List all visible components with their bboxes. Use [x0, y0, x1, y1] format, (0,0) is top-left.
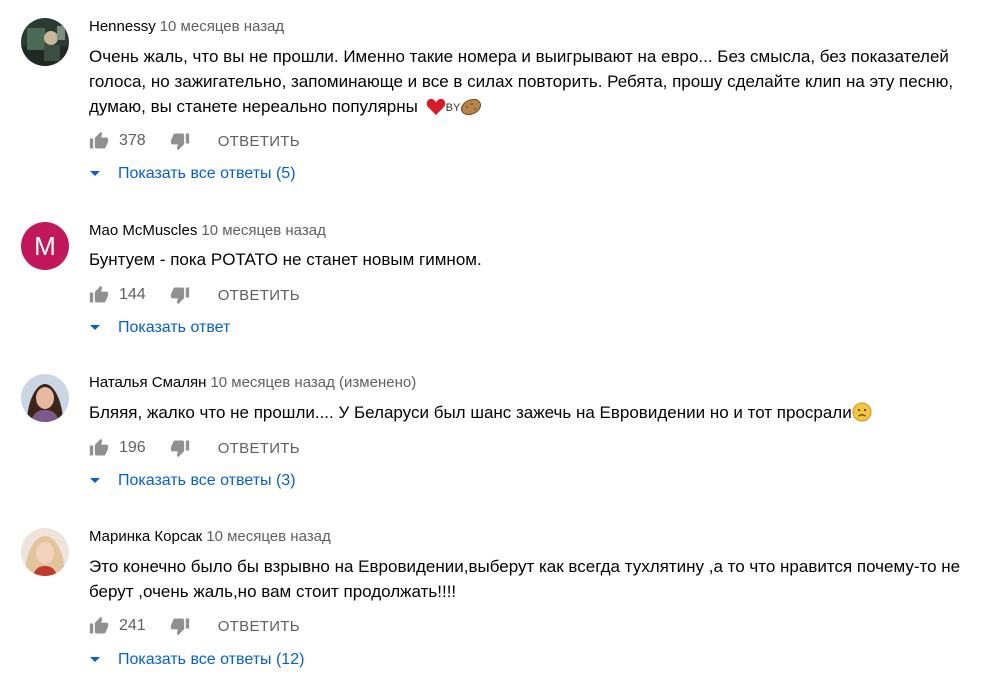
author-name[interactable]: Наталья Смалян [89, 374, 206, 391]
reply-button[interactable]: ОТВЕТИТЬ [218, 287, 300, 304]
comments-section: Hennessy 10 месяцев назад Очень жаль, что… [0, 0, 1000, 691]
show-replies-button[interactable]: Показать все ответы (12) [89, 651, 304, 669]
author-name[interactable]: Маринка Корсак [89, 528, 202, 545]
like-count: 241 [119, 617, 146, 634]
thumb-down-icon [170, 618, 189, 636]
caret-down-icon [89, 472, 101, 490]
author-name[interactable]: Mao McMuscles [89, 222, 197, 239]
comment-actions: 378 ОТВЕТИТЬ [89, 129, 300, 153]
comment-actions: 144 ОТВЕТИТЬ [89, 283, 300, 307]
thumb-down-icon [170, 287, 189, 305]
comment-text: Бляяя, жалко что не прошли.... У Беларус… [89, 400, 984, 429]
potato-emoji-icon [460, 98, 482, 123]
author-name[interactable]: Hennessy [89, 18, 156, 35]
show-replies-label: Показать все ответы (3) [118, 472, 296, 489]
dislike-button[interactable] [170, 285, 190, 305]
comment-body: Бляяя, жалко что не прошли.... У Беларус… [89, 403, 852, 422]
show-replies-label: Показать все ответы (5) [118, 165, 296, 182]
heart-emoji-icon [426, 98, 446, 123]
avatar-letter: M [34, 231, 56, 261]
avatar[interactable]: M [21, 222, 69, 270]
reply-button[interactable]: ОТВЕТИТЬ [218, 133, 300, 150]
like-button[interactable] [89, 131, 109, 151]
comment-text: Это конечно было бы взрывно на Евровиден… [89, 557, 961, 601]
show-replies-button[interactable]: Показать ответ [89, 319, 230, 337]
comment-text: Очень жаль, что вы не прошли. Именно так… [89, 44, 984, 123]
dislike-button[interactable] [170, 131, 190, 151]
comment-actions: 196 ОТВЕТИТЬ [89, 436, 300, 460]
like-button[interactable] [89, 285, 109, 305]
like-count: 378 [119, 132, 146, 149]
thumb-down-icon [170, 133, 189, 151]
avatar[interactable] [21, 528, 69, 576]
thumb-up-icon [89, 131, 109, 149]
like-button[interactable] [89, 616, 109, 636]
like-button[interactable] [89, 438, 109, 458]
show-replies-button[interactable]: Показать все ответы (3) [89, 472, 296, 490]
thumb-up-icon [89, 438, 109, 456]
caret-down-icon [89, 651, 101, 669]
comment-actions: 241 ОТВЕТИТЬ [89, 614, 300, 638]
worried-face-emoji-icon [852, 402, 872, 429]
caret-down-icon [89, 319, 101, 337]
comment-text: Бунтуем - пока POTATO не станет новым ги… [89, 250, 482, 269]
show-replies-label: Показать все ответы (12) [118, 651, 305, 668]
avatar[interactable] [21, 18, 69, 66]
caret-down-icon [89, 165, 101, 183]
reply-button[interactable]: ОТВЕТИТЬ [218, 440, 300, 457]
like-count: 196 [119, 439, 146, 456]
comment-time[interactable]: 10 месяцев назад [206, 528, 330, 545]
avatar[interactable] [21, 374, 69, 422]
show-replies-label: Показать ответ [118, 319, 231, 336]
comment-time[interactable]: 10 месяцев назад (изменено) [210, 374, 416, 391]
emoji-label: BY [445, 102, 461, 114]
thumb-down-icon [170, 440, 189, 458]
comment-body: Очень жаль, что вы не прошли. Именно так… [89, 47, 954, 116]
comment-time[interactable]: 10 месяцев назад [160, 18, 284, 35]
show-replies-button[interactable]: Показать все ответы (5) [89, 165, 296, 183]
dislike-button[interactable] [170, 438, 190, 458]
reply-button[interactable]: ОТВЕТИТЬ [218, 618, 300, 635]
like-count: 144 [119, 286, 146, 303]
dislike-button[interactable] [170, 616, 190, 636]
thumb-up-icon [89, 616, 109, 634]
thumb-up-icon [89, 285, 109, 303]
comment-time[interactable]: 10 месяцев назад [201, 222, 325, 239]
